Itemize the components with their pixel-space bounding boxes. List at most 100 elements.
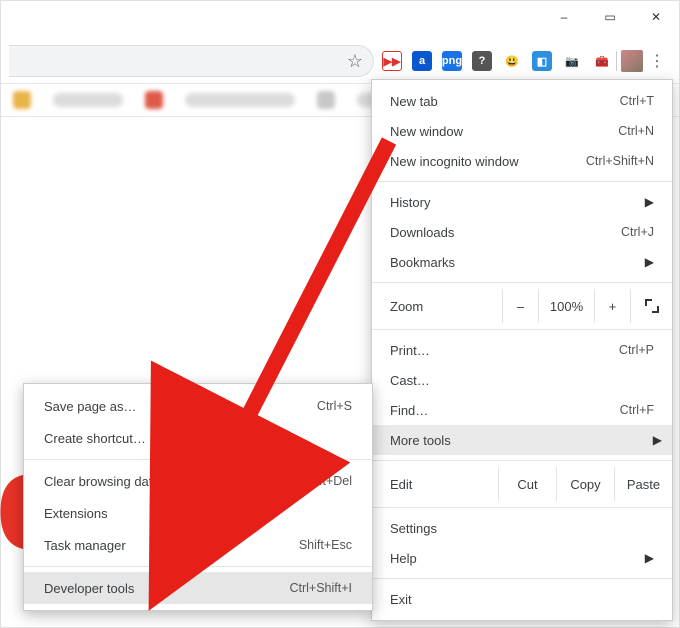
menu-item-label: Developer tools (44, 581, 289, 596)
menu-separator (372, 460, 672, 461)
menu-item-label: Cast… (390, 373, 654, 388)
menu-item-help[interactable]: Help ▶ (372, 543, 672, 573)
menu-separator (372, 329, 672, 330)
bookmark-item-blurred (185, 93, 295, 107)
ext-avatar[interactable]: 😃 (502, 51, 522, 71)
menu-item-shortcut: Ctrl+Shift+I (289, 581, 352, 595)
omnibox[interactable]: ☆ (9, 45, 374, 77)
ext-png[interactable]: png (442, 51, 462, 71)
menu-item-incognito[interactable]: New incognito window Ctrl+Shift+N (372, 146, 672, 176)
window-controls: – ▭ ✕ (541, 1, 679, 33)
menu-item-label: Clear browsing data… (44, 474, 274, 489)
menu-separator (24, 566, 372, 567)
more-tools-submenu: Save page as… Ctrl+S Create shortcut… Cl… (23, 383, 373, 611)
edit-label: Edit (390, 477, 498, 492)
menu-item-shortcut: Ctrl+Shift+N (586, 154, 654, 168)
menu-item-new-window[interactable]: New window Ctrl+N (372, 116, 672, 146)
menu-item-settings[interactable]: Settings (372, 513, 672, 543)
extension-icons: ▶▶ apng? 😃 ◧ 📷 🧰 (382, 51, 612, 71)
ext-tag[interactable]: ◧ (532, 51, 552, 71)
menu-item-label: Task manager (44, 538, 299, 553)
menu-item-zoom: Zoom – 100% + (372, 288, 672, 324)
menu-item-label: Exit (390, 592, 654, 607)
menu-item-label: More tools (390, 433, 647, 448)
submenu-item-developer-tools[interactable]: Developer tools Ctrl+Shift+I (24, 572, 372, 604)
ext-toolbox[interactable]: 🧰 (592, 51, 612, 71)
menu-item-label: Print… (390, 343, 619, 358)
copy-button[interactable]: Copy (556, 467, 614, 501)
omnibox-wrap: ☆ (9, 45, 374, 77)
window-close-button[interactable]: ✕ (633, 1, 679, 33)
menu-item-downloads[interactable]: Downloads Ctrl+J (372, 217, 672, 247)
bookmark-item-blurred (53, 93, 123, 107)
ext-camera[interactable]: 📷 (562, 51, 582, 71)
submenu-item-create-shortcut[interactable]: Create shortcut… (24, 422, 372, 454)
zoom-controls: – 100% + (502, 289, 672, 323)
menu-separator (24, 459, 372, 460)
menu-separator (372, 181, 672, 182)
menu-item-edit: Edit Cut Copy Paste (372, 466, 672, 502)
menu-item-exit[interactable]: Exit (372, 584, 672, 614)
browser-toolbar: ☆ ▶▶ apng? 😃 ◧ 📷 🧰 ⋮ (1, 41, 679, 81)
zoom-value: 100% (538, 289, 594, 323)
menu-item-history[interactable]: History ▶ (372, 187, 672, 217)
menu-item-label: New window (390, 124, 618, 139)
menu-item-shortcut: Ctrl+S (317, 399, 352, 413)
cut-button[interactable]: Cut (498, 467, 556, 501)
ext-question[interactable]: ? (472, 51, 492, 71)
menu-item-print[interactable]: Print… Ctrl+P (372, 335, 672, 365)
zoom-in-button[interactable]: + (594, 289, 630, 323)
menu-item-shortcut: Ctrl+Shift+Del (274, 474, 352, 488)
bookmark-icon (145, 91, 163, 109)
fullscreen-icon (645, 299, 659, 313)
submenu-item-save-page[interactable]: Save page as… Ctrl+S (24, 390, 372, 422)
menu-item-shortcut: Ctrl+T (620, 94, 654, 108)
menu-item-label: New tab (390, 94, 620, 109)
menu-item-label: Help (390, 551, 639, 566)
bookmark-icon (13, 91, 31, 109)
menu-item-cast[interactable]: Cast… (372, 365, 672, 395)
menu-item-label: Downloads (390, 225, 621, 240)
menu-item-bookmarks[interactable]: Bookmarks ▶ (372, 247, 672, 277)
submenu-arrow-icon: ▶ (653, 433, 662, 447)
menu-separator (372, 578, 672, 579)
menu-separator (372, 507, 672, 508)
submenu-arrow-icon: ▶ (645, 195, 654, 209)
toolbar-separator (616, 51, 617, 71)
kebab-menu-button[interactable]: ⋮ (643, 47, 671, 75)
menu-item-find[interactable]: Find… Ctrl+F (372, 395, 672, 425)
edit-buttons: Cut Copy Paste (498, 467, 672, 501)
bookmark-icon (317, 91, 335, 109)
menu-item-label: Find… (390, 403, 620, 418)
ext-record[interactable]: ▶▶ (382, 51, 402, 71)
menu-item-more-tools[interactable]: More tools ▶ (372, 425, 672, 455)
zoom-label: Zoom (390, 299, 502, 314)
zoom-out-button[interactable]: – (502, 289, 538, 323)
menu-item-label: New incognito window (390, 154, 586, 169)
menu-separator (372, 282, 672, 283)
submenu-arrow-icon: ▶ (645, 255, 654, 269)
fullscreen-button[interactable] (630, 289, 672, 323)
menu-item-shortcut: Ctrl+F (620, 403, 654, 417)
menu-item-new-tab[interactable]: New tab Ctrl+T (372, 86, 672, 116)
menu-item-label: Bookmarks (390, 255, 639, 270)
submenu-item-extensions[interactable]: Extensions (24, 497, 372, 529)
submenu-item-clear-browsing-data[interactable]: Clear browsing data… Ctrl+Shift+Del (24, 465, 372, 497)
profile-avatar[interactable] (621, 50, 643, 72)
menu-item-label: Extensions (44, 506, 352, 521)
menu-item-shortcut: Ctrl+J (621, 225, 654, 239)
menu-item-shortcut: Shift+Esc (299, 538, 352, 552)
menu-item-label: Settings (390, 521, 654, 536)
ext-adblock[interactable]: a (412, 51, 432, 71)
menu-item-label: Create shortcut… (44, 431, 352, 446)
submenu-arrow-icon: ▶ (645, 551, 654, 565)
menu-item-shortcut: Ctrl+N (618, 124, 654, 138)
window-minimize-button[interactable]: – (541, 1, 587, 33)
paste-button[interactable]: Paste (614, 467, 672, 501)
submenu-item-task-manager[interactable]: Task manager Shift+Esc (24, 529, 372, 561)
star-icon[interactable]: ☆ (347, 51, 363, 72)
menu-item-label: Save page as… (44, 399, 317, 414)
menu-item-shortcut: Ctrl+P (619, 343, 654, 357)
window-maximize-button[interactable]: ▭ (587, 1, 633, 33)
main-menu: New tab Ctrl+T New window Ctrl+N New inc… (371, 79, 673, 621)
